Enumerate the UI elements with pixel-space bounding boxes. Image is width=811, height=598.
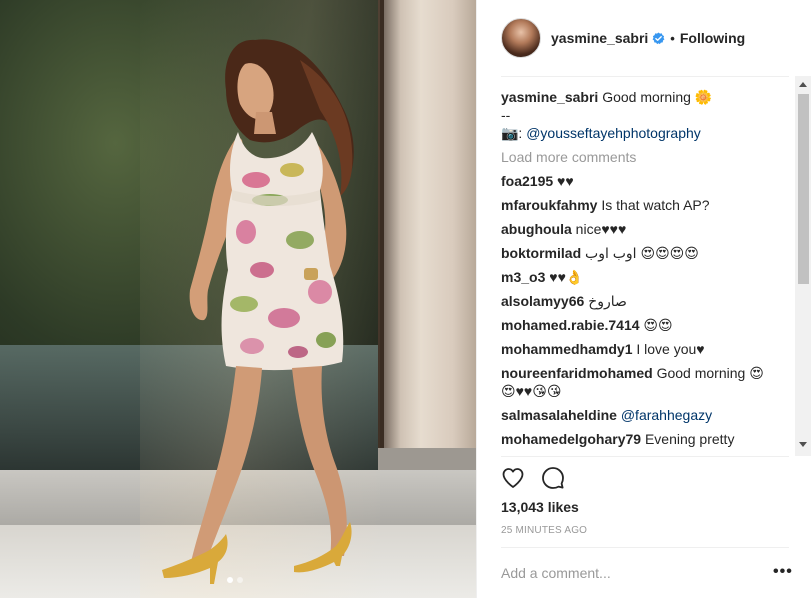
header-separator: • xyxy=(670,30,675,46)
comment-bubble-icon[interactable] xyxy=(541,466,565,490)
post-actions xyxy=(501,466,565,492)
comment-item: mohamedelgohary79 Evening pretty xyxy=(501,430,793,448)
comment-username[interactable]: alsolamyy66 xyxy=(501,293,584,309)
comment-username[interactable]: foa2195 xyxy=(501,173,553,189)
comment-username[interactable]: boktormilad xyxy=(501,245,581,261)
comment-username[interactable]: mohammedhamdy1 xyxy=(501,341,632,357)
likes-count[interactable]: 13,043 likes xyxy=(501,499,579,515)
divider xyxy=(501,76,789,77)
verified-badge-icon xyxy=(652,31,665,44)
scroll-down-arrow-icon[interactable] xyxy=(799,442,807,447)
comment-text: 😍😍 xyxy=(643,317,673,333)
comment-item: mohammedhamdy1 I love you♥ xyxy=(501,340,793,358)
comment-username[interactable]: mohamedelgohary79 xyxy=(501,431,641,447)
caption-text: Good morning 🌼 xyxy=(602,89,713,105)
following-button[interactable]: Following xyxy=(680,30,745,46)
carousel-dot-active[interactable] xyxy=(227,577,233,583)
comment-text: صاروخ xyxy=(588,293,627,309)
comments-scrollbar[interactable] xyxy=(795,76,811,456)
comment-mention-link[interactable]: @farahhegazy xyxy=(621,407,712,423)
comment-text: I love you♥ xyxy=(636,341,705,357)
comment-text: ♥♥ xyxy=(557,173,574,189)
comment-text: Is that watch AP? xyxy=(601,197,710,213)
woman-figure xyxy=(162,39,354,584)
comment-item: mohamed.rabie.7414 😍😍 xyxy=(501,316,793,334)
post-timestamp[interactable]: 25 MINUTES AGO xyxy=(501,525,587,536)
header-username[interactable]: yasmine_sabri xyxy=(551,30,648,46)
scrollbar-thumb[interactable] xyxy=(798,94,809,284)
avatar[interactable] xyxy=(501,18,541,58)
scroll-up-arrow-icon[interactable] xyxy=(799,82,807,87)
carousel-dot[interactable] xyxy=(237,577,243,583)
post-header: yasmine_sabri • Following xyxy=(501,16,789,60)
comment-username[interactable]: mohamed.rabie.7414 xyxy=(501,317,640,333)
comment-text: اوب اوب 😍😍😍😍 xyxy=(585,245,699,261)
load-more-comments-link[interactable]: Load more comments xyxy=(501,148,793,166)
comment-text: nice♥♥♥ xyxy=(575,221,627,237)
comment-item: abughoula nice♥♥♥ xyxy=(501,220,793,238)
comment-item: m3_o3 ♥♥👌 xyxy=(501,268,793,286)
comment-username[interactable]: noureenfaridmohamed xyxy=(501,365,653,381)
comment-text: ♥♥👌 xyxy=(549,269,584,285)
caption-mention-link[interactable]: @yousseftayehphotography xyxy=(526,125,701,141)
comment-item: salmasalaheldine @farahhegazy xyxy=(501,406,793,424)
caption-username[interactable]: yasmine_sabri xyxy=(501,89,598,105)
caption-credit: 📷: @yousseftayehphotography xyxy=(501,124,793,142)
add-comment-input[interactable] xyxy=(501,563,741,583)
comment-item: foa2195 ♥♥ xyxy=(501,172,793,190)
more-options-icon[interactable]: ••• xyxy=(773,563,793,581)
comments-list: yasmine_sabri Good morning 🌼 -- 📷: @yous… xyxy=(501,88,793,455)
comment-item: noureenfaridmohamed Good morning 😍 😍♥♥😘😘 xyxy=(501,364,793,400)
comment-username[interactable]: abughoula xyxy=(501,221,572,237)
camera-icon: 📷: xyxy=(501,125,523,141)
caption-line-2: -- xyxy=(501,107,511,123)
post-side-panel: yasmine_sabri • Following yasmine_sabri … xyxy=(476,0,811,598)
divider xyxy=(501,547,789,548)
comment-text: Evening pretty xyxy=(644,431,735,447)
comment-text-continued: 😍♥♥😘😘 xyxy=(501,383,562,399)
comment-username[interactable]: mfaroukfahmy xyxy=(501,197,597,213)
heart-icon[interactable] xyxy=(501,466,525,490)
comment-item: alsolamyy66 صاروخ xyxy=(501,292,793,310)
comment-item: mfaroukfahmy Is that watch AP? xyxy=(501,196,793,214)
caption: yasmine_sabri Good morning 🌼 xyxy=(501,88,793,106)
comment-text: Good morning 😍 xyxy=(656,365,764,381)
divider xyxy=(501,456,789,457)
comment-username[interactable]: salmasalaheldine xyxy=(501,407,617,423)
comment-item: boktormilad اوب اوب 😍😍😍😍 xyxy=(501,244,793,262)
comment-username[interactable]: m3_o3 xyxy=(501,269,545,285)
carousel-indicator xyxy=(227,577,243,583)
post-photo[interactable] xyxy=(0,0,476,598)
